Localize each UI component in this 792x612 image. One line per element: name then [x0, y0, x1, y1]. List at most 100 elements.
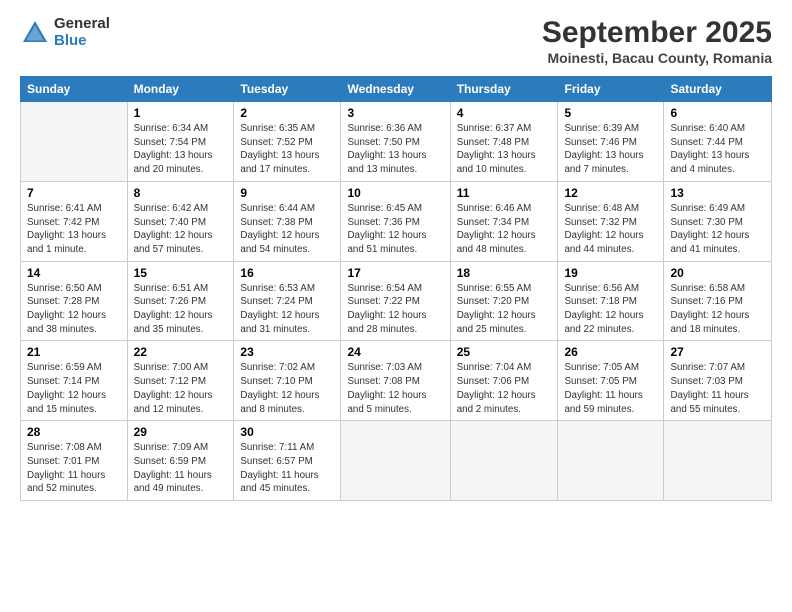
day-info: Sunrise: 6:45 AM Sunset: 7:36 PM Dayligh… [347, 202, 443, 257]
day-info: Sunrise: 6:37 AM Sunset: 7:48 PM Dayligh… [457, 122, 552, 177]
day-info: Sunrise: 7:07 AM Sunset: 7:03 PM Dayligh… [670, 361, 765, 416]
day-number: 15 [134, 266, 228, 280]
day-number: 20 [670, 266, 765, 280]
calendar-cell [664, 421, 772, 501]
calendar-cell: 12 Sunrise: 6:48 AM Sunset: 7:32 PM Dayli… [558, 181, 664, 261]
day-number: 21 [27, 345, 121, 359]
col-tuesday: Tuesday [234, 77, 341, 102]
day-info: Sunrise: 6:39 AM Sunset: 7:46 PM Dayligh… [564, 122, 657, 177]
day-number: 1 [134, 106, 228, 120]
logo-general-text: General [54, 16, 110, 33]
calendar-cell: 8 Sunrise: 6:42 AM Sunset: 7:40 PM Daylig… [127, 181, 234, 261]
calendar-cell: 5Sunrise: 6:39 AM Sunset: 7:46 PM Daylig… [558, 102, 664, 182]
calendar-cell: 27 Sunrise: 7:07 AM Sunset: 7:03 PM Dayli… [664, 341, 772, 421]
day-info: Sunrise: 7:02 AM Sunset: 7:10 PM Dayligh… [240, 361, 334, 416]
day-number: 27 [670, 345, 765, 359]
day-number: 12 [564, 186, 657, 200]
calendar-cell: 18 Sunrise: 6:55 AM Sunset: 7:20 PM Dayli… [450, 261, 558, 341]
calendar-cell: 28Sunrise: 7:08 AM Sunset: 7:01 PM Dayli… [21, 421, 128, 501]
day-info: Sunrise: 6:36 AM Sunset: 7:50 PM Dayligh… [347, 122, 443, 177]
calendar-cell: 21 Sunrise: 6:59 AM Sunset: 7:14 PM Dayli… [21, 341, 128, 421]
calendar-row-2: 14 Sunrise: 6:50 AM Sunset: 7:28 PM Dayli… [21, 261, 772, 341]
location-subtitle: Moinesti, Bacau County, Romania [542, 50, 772, 66]
day-info: Sunrise: 6:55 AM Sunset: 7:20 PM Dayligh… [457, 282, 552, 337]
calendar-cell: 19Sunrise: 6:56 AM Sunset: 7:18 PM Dayli… [558, 261, 664, 341]
calendar-cell: 10 Sunrise: 6:45 AM Sunset: 7:36 PM Dayli… [341, 181, 450, 261]
calendar-cell: 26Sunrise: 7:05 AM Sunset: 7:05 PM Dayli… [558, 341, 664, 421]
day-info: Sunrise: 6:53 AM Sunset: 7:24 PM Dayligh… [240, 282, 334, 337]
day-number: 24 [347, 345, 443, 359]
day-info: Sunrise: 6:42 AM Sunset: 7:40 PM Dayligh… [134, 202, 228, 257]
calendar-cell: 23 Sunrise: 7:02 AM Sunset: 7:10 PM Dayli… [234, 341, 341, 421]
day-number: 8 [134, 186, 228, 200]
day-number: 13 [670, 186, 765, 200]
day-number: 22 [134, 345, 228, 359]
col-thursday: Thursday [450, 77, 558, 102]
calendar-cell: 11Sunrise: 6:46 AM Sunset: 7:34 PM Dayli… [450, 181, 558, 261]
day-info: Sunrise: 7:04 AM Sunset: 7:06 PM Dayligh… [457, 361, 552, 416]
day-info: Sunrise: 6:34 AM Sunset: 7:54 PM Dayligh… [134, 122, 228, 177]
calendar-cell [558, 421, 664, 501]
day-info: Sunrise: 6:44 AM Sunset: 7:38 PM Dayligh… [240, 202, 334, 257]
day-info: Sunrise: 7:11 AM Sunset: 6:57 PM Dayligh… [240, 441, 334, 496]
day-info: Sunrise: 6:48 AM Sunset: 7:32 PM Dayligh… [564, 202, 657, 257]
day-info: Sunrise: 7:00 AM Sunset: 7:12 PM Dayligh… [134, 361, 228, 416]
calendar-cell: 13 Sunrise: 6:49 AM Sunset: 7:30 PM Dayli… [664, 181, 772, 261]
day-number: 2 [240, 106, 334, 120]
logo-blue-text: Blue [54, 33, 110, 50]
calendar-cell: 1 Sunrise: 6:34 AM Sunset: 7:54 PM Daylig… [127, 102, 234, 182]
day-number: 10 [347, 186, 443, 200]
page: General Blue September 2025 Moinesti, Ba… [0, 0, 792, 612]
calendar-cell: 25 Sunrise: 7:04 AM Sunset: 7:06 PM Dayli… [450, 341, 558, 421]
col-friday: Friday [558, 77, 664, 102]
col-sunday: Sunday [21, 77, 128, 102]
day-number: 23 [240, 345, 334, 359]
day-number: 9 [240, 186, 334, 200]
day-info: Sunrise: 6:41 AM Sunset: 7:42 PM Dayligh… [27, 202, 121, 257]
day-number: 26 [564, 345, 657, 359]
calendar-cell: 20 Sunrise: 6:58 AM Sunset: 7:16 PM Dayli… [664, 261, 772, 341]
header: General Blue September 2025 Moinesti, Ba… [20, 16, 772, 66]
day-number: 4 [457, 106, 552, 120]
day-info: Sunrise: 6:58 AM Sunset: 7:16 PM Dayligh… [670, 282, 765, 337]
title-block: September 2025 Moinesti, Bacau County, R… [542, 16, 772, 66]
day-number: 11 [457, 186, 552, 200]
col-saturday: Saturday [664, 77, 772, 102]
col-monday: Monday [127, 77, 234, 102]
calendar-cell: 14 Sunrise: 6:50 AM Sunset: 7:28 PM Dayli… [21, 261, 128, 341]
header-row: Sunday Monday Tuesday Wednesday Thursday… [21, 77, 772, 102]
day-info: Sunrise: 6:49 AM Sunset: 7:30 PM Dayligh… [670, 202, 765, 257]
day-number: 7 [27, 186, 121, 200]
day-number: 6 [670, 106, 765, 120]
day-info: Sunrise: 7:08 AM Sunset: 7:01 PM Dayligh… [27, 441, 121, 496]
calendar-cell: 17Sunrise: 6:54 AM Sunset: 7:22 PM Dayli… [341, 261, 450, 341]
calendar-row-0: 1 Sunrise: 6:34 AM Sunset: 7:54 PM Daylig… [21, 102, 772, 182]
logo-icon [20, 18, 50, 48]
calendar-cell: 22 Sunrise: 7:00 AM Sunset: 7:12 PM Dayli… [127, 341, 234, 421]
calendar-cell: 29Sunrise: 7:09 AM Sunset: 6:59 PM Dayli… [127, 421, 234, 501]
day-number: 30 [240, 425, 334, 439]
day-info: Sunrise: 6:40 AM Sunset: 7:44 PM Dayligh… [670, 122, 765, 177]
day-number: 3 [347, 106, 443, 120]
calendar-cell: 9 Sunrise: 6:44 AM Sunset: 7:38 PM Daylig… [234, 181, 341, 261]
day-number: 19 [564, 266, 657, 280]
calendar-cell: 4 Sunrise: 6:37 AM Sunset: 7:48 PM Daylig… [450, 102, 558, 182]
calendar-cell: 6 Sunrise: 6:40 AM Sunset: 7:44 PM Daylig… [664, 102, 772, 182]
calendar-cell [450, 421, 558, 501]
day-info: Sunrise: 6:50 AM Sunset: 7:28 PM Dayligh… [27, 282, 121, 337]
day-number: 29 [134, 425, 228, 439]
day-number: 14 [27, 266, 121, 280]
calendar-cell: 30 Sunrise: 7:11 AM Sunset: 6:57 PM Dayli… [234, 421, 341, 501]
col-wednesday: Wednesday [341, 77, 450, 102]
calendar-cell [341, 421, 450, 501]
calendar-row-3: 21 Sunrise: 6:59 AM Sunset: 7:14 PM Dayli… [21, 341, 772, 421]
calendar-cell: 2Sunrise: 6:35 AM Sunset: 7:52 PM Daylig… [234, 102, 341, 182]
day-number: 18 [457, 266, 552, 280]
calendar-cell [21, 102, 128, 182]
day-number: 25 [457, 345, 552, 359]
day-info: Sunrise: 6:59 AM Sunset: 7:14 PM Dayligh… [27, 361, 121, 416]
day-info: Sunrise: 6:54 AM Sunset: 7:22 PM Dayligh… [347, 282, 443, 337]
calendar-table: Sunday Monday Tuesday Wednesday Thursday… [20, 76, 772, 501]
calendar-cell: 7 Sunrise: 6:41 AM Sunset: 7:42 PM Daylig… [21, 181, 128, 261]
calendar-cell: 15Sunrise: 6:51 AM Sunset: 7:26 PM Dayli… [127, 261, 234, 341]
